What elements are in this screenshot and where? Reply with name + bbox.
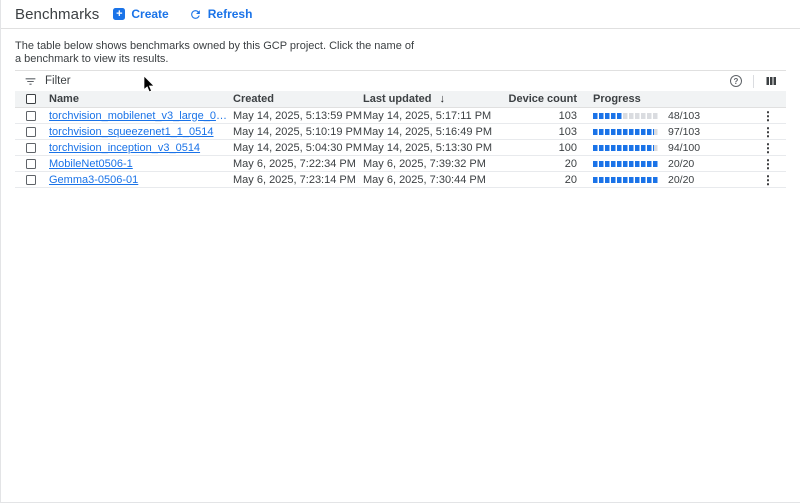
row-checkbox-cell xyxy=(15,175,49,185)
page-header: Benchmarks + Create Refresh xyxy=(1,0,800,29)
progress-label: 97/103 xyxy=(668,126,700,138)
progress-bar-fill xyxy=(593,177,658,183)
created-cell: May 6, 2025, 7:22:34 PM xyxy=(233,158,363,170)
description-line-2: a benchmark to view its results. xyxy=(15,53,786,66)
row-menu-cell: ⋮ xyxy=(750,142,786,154)
description-line-1: The table below shows benchmarks owned b… xyxy=(15,40,786,53)
created-cell: May 6, 2025, 7:23:14 PM xyxy=(233,174,363,186)
row-checkbox[interactable] xyxy=(26,175,36,185)
toolbar-divider xyxy=(753,75,754,88)
progress-bar-fill xyxy=(593,129,654,135)
progress-bar xyxy=(593,177,658,183)
progress-cell: 48/103 xyxy=(577,110,750,122)
page-title: Benchmarks xyxy=(15,6,99,23)
help-icon[interactable]: ? xyxy=(730,75,742,87)
progress-bar xyxy=(593,161,658,167)
progress-bar-fill xyxy=(593,145,654,151)
benchmarks-panel: Benchmarks + Create Refresh The table be… xyxy=(0,0,800,503)
row-checkbox[interactable] xyxy=(26,143,36,153)
row-checkbox-cell xyxy=(15,159,49,169)
header-checkbox-cell xyxy=(15,94,49,104)
filter-icon xyxy=(24,75,37,88)
row-menu-cell: ⋮ xyxy=(750,174,786,186)
refresh-button-label: Refresh xyxy=(208,7,253,21)
kebab-menu-icon[interactable]: ⋮ xyxy=(762,174,774,186)
row-checkbox[interactable] xyxy=(26,111,36,121)
kebab-menu-icon[interactable]: ⋮ xyxy=(762,110,774,122)
progress-label: 20/20 xyxy=(668,158,694,170)
device-count-cell: 100 xyxy=(493,142,577,154)
benchmarks-table-card: Filter ? Name Created Last updated ↓ Dev… xyxy=(15,70,786,188)
created-cell: May 14, 2025, 5:13:59 PM xyxy=(233,110,363,122)
table-row: torchvision_mobilenet_v3_large_0514 May … xyxy=(15,108,786,124)
progress-bar-fill xyxy=(593,161,658,167)
row-checkbox-cell xyxy=(15,143,49,153)
last-updated-cell: May 14, 2025, 5:13:30 PM xyxy=(363,142,493,154)
create-button-label: Create xyxy=(131,7,168,21)
row-menu-cell: ⋮ xyxy=(750,110,786,122)
progress-cell: 97/103 xyxy=(577,126,750,138)
column-header-last-updated[interactable]: Last updated ↓ xyxy=(363,93,493,105)
created-cell: May 14, 2025, 5:10:19 PM xyxy=(233,126,363,138)
progress-label: 48/103 xyxy=(668,110,700,122)
kebab-menu-icon[interactable]: ⋮ xyxy=(762,126,774,138)
device-count-cell: 103 xyxy=(493,126,577,138)
row-checkbox[interactable] xyxy=(26,127,36,137)
progress-label: 94/100 xyxy=(668,142,700,154)
progress-cell: 20/20 xyxy=(577,174,750,186)
column-header-progress[interactable]: Progress xyxy=(577,93,750,105)
filter-bar: Filter ? xyxy=(15,71,786,91)
row-checkbox[interactable] xyxy=(26,159,36,169)
row-menu-cell: ⋮ xyxy=(750,126,786,138)
progress-cell: 94/100 xyxy=(577,142,750,154)
row-checkbox-cell xyxy=(15,127,49,137)
progress-bar xyxy=(593,113,658,119)
device-count-cell: 20 xyxy=(493,174,577,186)
refresh-icon xyxy=(189,8,202,21)
kebab-menu-icon[interactable]: ⋮ xyxy=(762,142,774,154)
benchmark-name-link[interactable]: torchvision_squeezenet1_1_0514 xyxy=(49,126,233,138)
progress-bar xyxy=(593,129,658,135)
filter-label: Filter xyxy=(45,75,71,87)
benchmark-name-link[interactable]: torchvision_inception_v3_0514 xyxy=(49,142,233,154)
plus-icon: + xyxy=(113,8,125,20)
row-checkbox-cell xyxy=(15,111,49,121)
create-button[interactable]: + Create xyxy=(113,7,168,21)
table-row: torchvision_inception_v3_0514 May 14, 20… xyxy=(15,140,786,156)
filter-button[interactable]: Filter xyxy=(24,75,71,88)
column-header-created[interactable]: Created xyxy=(233,93,363,105)
benchmark-name-link[interactable]: torchvision_mobilenet_v3_large_0514 xyxy=(49,110,233,122)
filter-bar-actions: ? xyxy=(730,75,777,88)
progress-label: 20/20 xyxy=(668,174,694,186)
table-row: MobileNet0506-1 May 6, 2025, 7:22:34 PM … xyxy=(15,156,786,172)
last-updated-cell: May 14, 2025, 5:16:49 PM xyxy=(363,126,493,138)
table-row: torchvision_squeezenet1_1_0514 May 14, 2… xyxy=(15,124,786,140)
kebab-menu-icon[interactable]: ⋮ xyxy=(762,158,774,170)
last-updated-cell: May 6, 2025, 7:39:32 PM xyxy=(363,158,493,170)
column-header-last-updated-label: Last updated xyxy=(363,93,431,105)
row-menu-cell: ⋮ xyxy=(750,158,786,170)
device-count-cell: 20 xyxy=(493,158,577,170)
last-updated-cell: May 6, 2025, 7:30:44 PM xyxy=(363,174,493,186)
select-all-checkbox[interactable] xyxy=(26,94,36,104)
page-description: The table below shows benchmarks owned b… xyxy=(1,29,800,66)
table-header-row: Name Created Last updated ↓ Device count… xyxy=(15,91,786,108)
benchmark-name-link[interactable]: MobileNet0506-1 xyxy=(49,158,233,170)
sort-descending-icon[interactable]: ↓ xyxy=(439,93,445,105)
column-header-device-count[interactable]: Device count xyxy=(493,93,577,105)
device-count-cell: 103 xyxy=(493,110,577,122)
created-cell: May 14, 2025, 5:04:30 PM xyxy=(233,142,363,154)
last-updated-cell: May 14, 2025, 5:17:11 PM xyxy=(363,110,493,122)
benchmark-name-link[interactable]: Gemma3-0506-01 xyxy=(49,174,233,186)
progress-bar xyxy=(593,145,658,151)
progress-bar-fill xyxy=(593,113,623,119)
column-settings-icon[interactable] xyxy=(765,75,777,87)
column-header-name[interactable]: Name xyxy=(49,93,233,105)
progress-cell: 20/20 xyxy=(577,158,750,170)
table-row: Gemma3-0506-01 May 6, 2025, 7:23:14 PM M… xyxy=(15,172,786,188)
refresh-button[interactable]: Refresh xyxy=(189,7,253,21)
